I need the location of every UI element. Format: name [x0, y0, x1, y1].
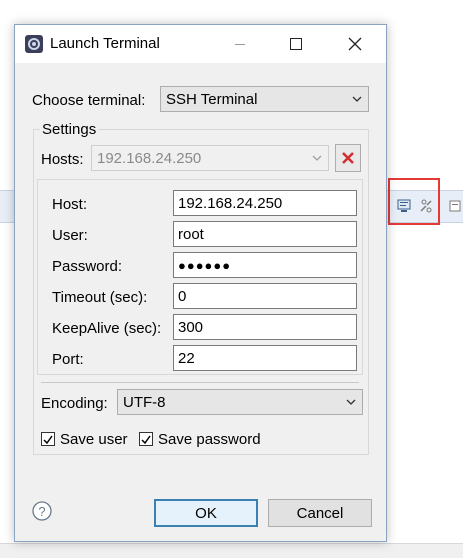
close-icon — [348, 37, 362, 51]
hosts-select[interactable]: 192.168.24.250 — [91, 145, 329, 171]
save-user-checkbox[interactable] — [41, 432, 55, 446]
save-password-checkbox[interactable] — [139, 432, 153, 446]
port-label: Port: — [52, 351, 84, 368]
timeout-input[interactable]: 0 — [173, 283, 357, 309]
title-bar: Launch Terminal — [15, 25, 386, 63]
host-input[interactable]: 192.168.24.250 — [173, 190, 357, 216]
port-input[interactable]: 22 — [173, 345, 357, 371]
encoding-label: Encoding: — [41, 395, 108, 412]
checkmark-icon — [141, 435, 151, 445]
chevron-down-icon — [346, 399, 356, 405]
chevron-down-icon — [352, 96, 362, 102]
choose-terminal-label: Choose terminal: — [32, 92, 146, 109]
settings-group-label: Settings — [40, 121, 99, 138]
cancel-button[interactable]: Cancel — [268, 499, 372, 527]
svg-text:?: ? — [38, 504, 45, 519]
save-password-label: Save password — [158, 431, 261, 448]
password-label: Password: — [52, 258, 123, 275]
timeout-label: Timeout (sec): — [52, 289, 148, 306]
delete-host-button[interactable] — [335, 144, 361, 172]
host-label: Host: — [52, 196, 88, 213]
save-user-label: Save user — [60, 431, 128, 448]
user-input[interactable]: root — [173, 221, 357, 247]
view-menu-icon[interactable] — [447, 198, 463, 214]
choose-terminal-select[interactable]: SSH Terminal — [160, 86, 369, 112]
password-input[interactable]: ●●●●●● — [173, 252, 357, 278]
encoding-value: UTF-8 — [123, 393, 166, 411]
highlight-box — [388, 178, 440, 225]
ok-button[interactable]: OK — [154, 499, 258, 527]
checkmark-icon — [43, 435, 53, 445]
encoding-select[interactable]: UTF-8 — [117, 389, 363, 415]
close-button[interactable] — [333, 25, 377, 63]
delete-icon — [342, 152, 354, 164]
maximize-button[interactable] — [274, 25, 318, 63]
hosts-value: 192.168.24.250 — [97, 149, 202, 167]
minimize-button[interactable] — [218, 25, 262, 63]
launch-terminal-dialog: Launch Terminal Choose terminal: SSH Ter… — [14, 24, 387, 542]
choose-terminal-value: SSH Terminal — [166, 90, 258, 108]
window-title: Launch Terminal — [50, 35, 160, 52]
chevron-down-icon — [312, 155, 322, 161]
separator — [41, 382, 359, 383]
keepalive-label: KeepAlive (sec): — [52, 320, 162, 337]
background-status-strip — [0, 543, 463, 558]
help-icon[interactable]: ? — [32, 501, 52, 521]
maximize-icon — [290, 38, 302, 50]
keepalive-input[interactable]: 300 — [173, 314, 357, 340]
hosts-label: Hosts: — [41, 151, 84, 168]
user-label: User: — [52, 227, 88, 244]
terminal-app-icon — [25, 35, 43, 53]
minimize-icon — [235, 44, 245, 45]
